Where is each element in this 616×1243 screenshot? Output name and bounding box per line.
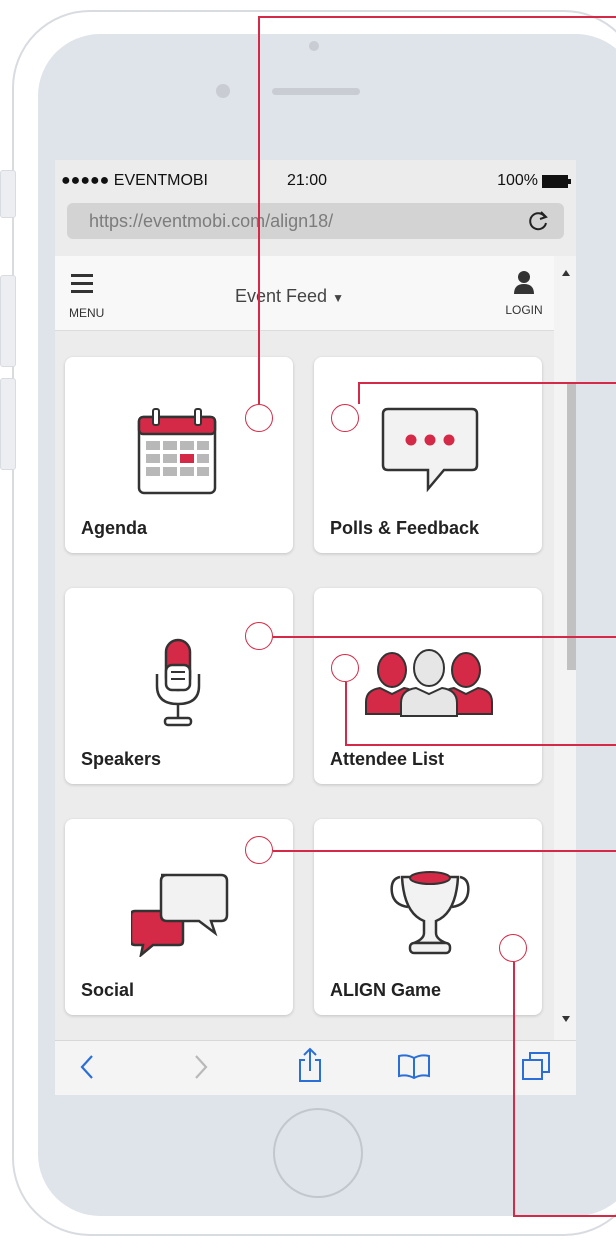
hamburger-icon xyxy=(71,274,93,293)
reload-icon[interactable] xyxy=(526,208,552,234)
scroll-down-arrow-icon[interactable] xyxy=(562,1016,570,1022)
callout-line xyxy=(513,1215,616,1217)
volume-down-button xyxy=(0,378,16,470)
back-icon[interactable] xyxy=(79,1052,95,1082)
tile-label: Social xyxy=(81,980,135,1000)
microphone-icon xyxy=(155,638,201,727)
menu-label: MENU xyxy=(69,306,105,320)
volume-up-button xyxy=(0,275,16,367)
bookmarks-icon[interactable] xyxy=(397,1053,431,1079)
callout-line xyxy=(345,682,347,744)
event-feed-title: Event Feed xyxy=(235,286,328,306)
user-icon xyxy=(514,271,534,294)
scrollbar-thumb[interactable] xyxy=(567,382,576,670)
callout-marker-social xyxy=(245,836,273,864)
tile-speakers[interactable]: Speakers xyxy=(65,588,293,784)
callout-marker-agenda xyxy=(245,404,273,432)
app-header: MENU Event Feed ▼ LOGIN xyxy=(55,256,554,331)
callout-line xyxy=(358,382,360,404)
callout-line xyxy=(258,16,260,404)
tile-label: Attendee List xyxy=(330,749,445,769)
proximity-sensor xyxy=(216,84,230,98)
people-icon xyxy=(365,649,493,717)
clock: 21:00 xyxy=(287,172,328,189)
login-button[interactable]: LOGIN xyxy=(499,270,549,317)
battery-percent: 100% xyxy=(497,172,538,189)
phone-screen: ●●●●● EVENTMOBI 21:00 100% https://event… xyxy=(55,160,576,1040)
speech-bubbles-icon xyxy=(131,873,229,957)
event-feed-dropdown[interactable]: Event Feed ▼ xyxy=(235,286,344,307)
battery-icon xyxy=(542,174,571,188)
earpiece-speaker xyxy=(272,88,360,95)
calendar-icon xyxy=(137,408,217,495)
home-button[interactable] xyxy=(273,1108,363,1198)
tile-label: Polls & Feedback xyxy=(330,518,480,538)
carrier-label: ●●●●● EVENTMOBI xyxy=(61,172,208,189)
address-bar[interactable]: https://eventmobi.com/align18/ xyxy=(67,203,564,239)
callout-marker-attendees xyxy=(331,654,359,682)
share-icon[interactable] xyxy=(297,1047,323,1083)
scroll-up-arrow-icon[interactable] xyxy=(562,270,570,276)
caret-down-icon: ▼ xyxy=(332,291,344,305)
callout-line xyxy=(273,850,616,852)
url-text: https://eventmobi.com/align18/ xyxy=(89,211,334,231)
chat-bubble-icon xyxy=(381,407,479,493)
callout-marker-game xyxy=(499,934,527,962)
status-bar: ●●●●● EVENTMOBI 21:00 100% xyxy=(55,160,576,202)
tile-label: Agenda xyxy=(81,518,148,538)
tile-polls-feedback[interactable]: Polls & Feedback xyxy=(314,357,542,553)
tile-align-game[interactable]: ALIGN Game xyxy=(314,819,542,1015)
browser-toolbar xyxy=(55,1040,576,1095)
trophy-icon xyxy=(390,871,470,955)
forward-icon[interactable] xyxy=(193,1052,209,1082)
login-label: LOGIN xyxy=(505,303,543,317)
callout-line xyxy=(258,16,616,18)
callout-marker-polls xyxy=(331,404,359,432)
front-camera xyxy=(309,41,319,51)
mute-switch xyxy=(0,170,16,218)
tile-label: ALIGN Game xyxy=(330,980,442,1000)
callout-line xyxy=(345,744,616,746)
callout-marker-speakers xyxy=(245,622,273,650)
battery-indicator: 100% xyxy=(497,172,571,190)
callout-line xyxy=(273,636,616,638)
tabs-icon[interactable] xyxy=(521,1051,551,1081)
callout-line xyxy=(358,382,616,384)
menu-button[interactable]: MENU xyxy=(69,274,109,320)
tile-attendee-list[interactable]: Attendee List xyxy=(314,588,542,784)
callout-line xyxy=(513,962,515,1216)
tile-label: Speakers xyxy=(81,749,162,769)
